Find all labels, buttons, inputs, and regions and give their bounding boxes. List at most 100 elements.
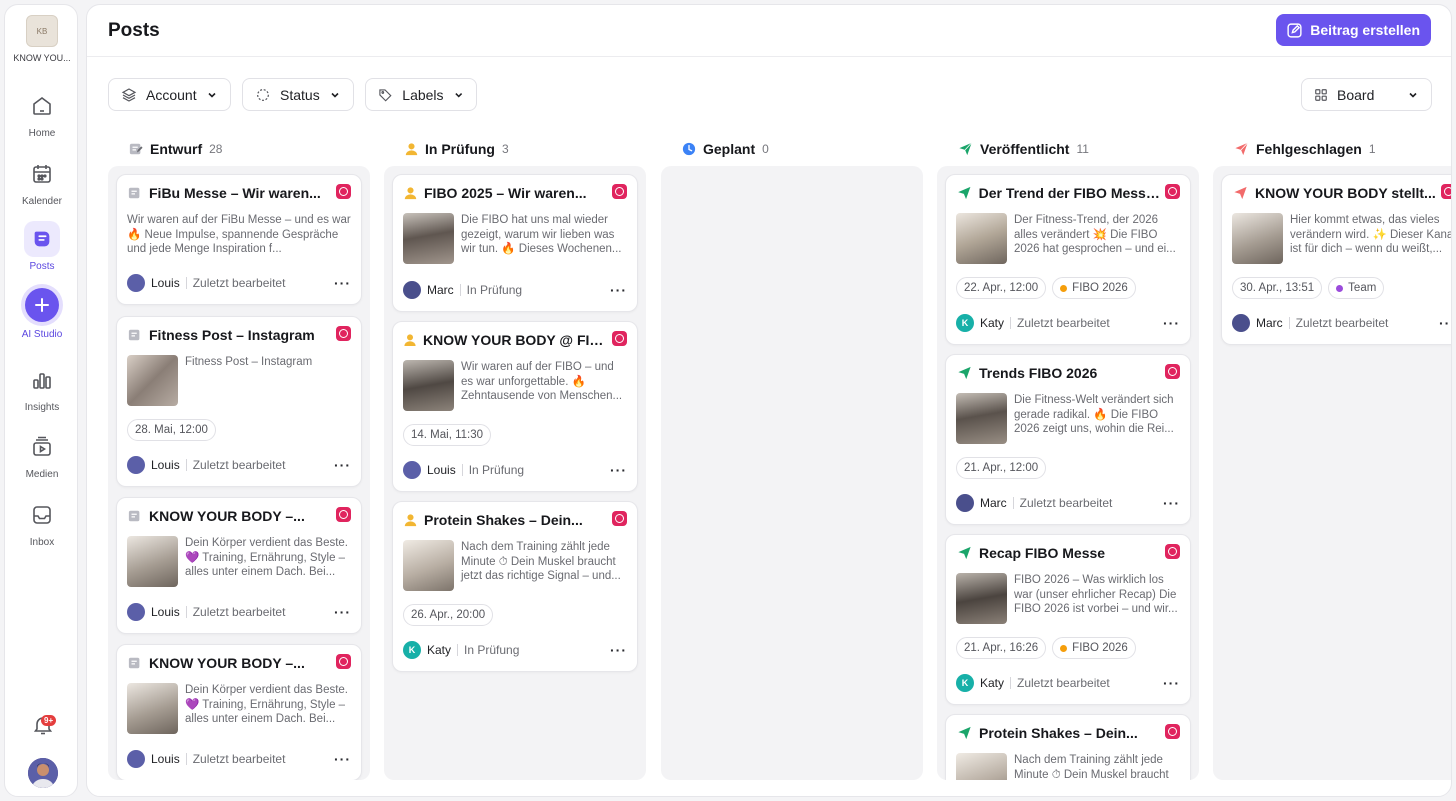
card-user: Louis [151, 276, 180, 290]
nav-item-insights[interactable]: Insights [5, 362, 79, 413]
more-options-icon[interactable]: ··· [610, 282, 627, 298]
nav-label-posts: Posts [29, 261, 55, 272]
column-header: Veröffentlicht 11 [937, 138, 1199, 160]
nav-item-inbox[interactable]: Inbox [5, 497, 79, 548]
more-options-icon[interactable]: ··· [334, 751, 351, 767]
post-card[interactable]: Fitness Post – Instagram Fitness Post – … [116, 316, 362, 487]
post-card[interactable]: Protein Shakes – Dein... Nach dem Traini… [392, 501, 638, 672]
post-card[interactable]: Der Trend der FIBO Messe... Der Fitness-… [945, 174, 1191, 345]
failed-send-icon [1234, 186, 1247, 200]
avatar: K [403, 641, 421, 659]
column-geplant: Geplant 0 [661, 138, 923, 780]
card-status: Zuletzt bearbeitet [192, 276, 286, 290]
user-avatar[interactable] [28, 758, 58, 788]
instagram-icon [336, 654, 351, 669]
account-filter[interactable]: Account [108, 78, 231, 111]
sent-icon [959, 142, 972, 156]
more-options-icon[interactable]: ··· [334, 457, 351, 473]
post-card[interactable]: KNOW YOUR BODY –... Dein Körper verdient… [116, 497, 362, 634]
post-card[interactable]: KNOW YOUR BODY @ FIBO... Wir waren auf d… [392, 321, 638, 492]
column-header: Entwurf 28 [108, 138, 370, 160]
sent-icon [958, 726, 971, 740]
column-header: Geplant 0 [661, 138, 923, 160]
card-status: In Prüfung [468, 463, 525, 477]
card-title: FiBu Messe – Wir waren... [149, 185, 321, 201]
column-title: Fehlgeschlagen [1256, 141, 1362, 157]
column-body: FiBu Messe – Wir waren... Wir waren auf … [108, 166, 370, 780]
post-card[interactable]: FiBu Messe – Wir waren... Wir waren auf … [116, 174, 362, 305]
more-options-icon[interactable]: ··· [1439, 315, 1451, 331]
post-card[interactable]: Recap FIBO Messe FIBO 2026 – Was wirklic… [945, 534, 1191, 705]
nav-item-ai-studio[interactable]: AI Studio [5, 288, 79, 340]
post-card[interactable]: Protein Shakes – Dein... Nach dem Traini… [945, 714, 1191, 780]
sidebar: KB KNOW YOU... Home Kalender Posts AI St… [4, 4, 78, 797]
date-chip: 21. Apr., 16:26 [956, 637, 1047, 659]
card-title: Der Trend der FIBO Messe... [978, 185, 1160, 201]
view-selector[interactable]: Board [1301, 78, 1432, 111]
avatar [127, 603, 145, 621]
more-options-icon[interactable]: ··· [334, 275, 351, 291]
column-count: 3 [502, 142, 509, 156]
draft-icon [129, 143, 143, 155]
post-card[interactable]: FIBO 2025 – Wir waren... Die FIBO hat un… [392, 174, 638, 312]
label-text: FIBO 2026 [1072, 282, 1128, 294]
card-status: Zuletzt bearbeitet [192, 605, 286, 619]
column-veroeffentlicht: Veröffentlicht 11 Der Trend der FIBO Mes… [937, 138, 1199, 780]
column-body [661, 166, 923, 780]
date-chip: 28. Mai, 12:00 [127, 419, 216, 441]
card-preview-text: Die Fitness-Welt verändert sich gerade r… [1014, 394, 1174, 435]
more-options-icon[interactable]: ··· [1163, 675, 1180, 691]
create-post-button[interactable]: Beitrag erstellen [1276, 14, 1431, 46]
instagram-icon [612, 184, 627, 199]
post-thumbnail [127, 355, 178, 406]
card-title: Protein Shakes – Dein... [424, 512, 583, 528]
more-options-icon[interactable]: ··· [1163, 315, 1180, 331]
more-options-icon[interactable]: ··· [610, 462, 627, 478]
draft-icon [128, 657, 140, 669]
post-thumbnail [956, 393, 1007, 444]
avatar [403, 461, 421, 479]
card-user: Katy [980, 676, 1005, 690]
view-selector-label: Board [1337, 86, 1375, 103]
card-status: Zuletzt bearbeitet [192, 458, 286, 472]
post-card[interactable]: KNOW YOUR BODY stellt... Hier kommt etwa… [1221, 174, 1451, 345]
card-title: Recap FIBO Messe [979, 545, 1106, 561]
instagram-icon [1441, 184, 1451, 199]
column-header: Fehlgeschlagen 1 [1213, 138, 1451, 160]
brand[interactable]: KB KNOW YOU... [5, 15, 79, 63]
more-options-icon[interactable]: ··· [334, 604, 351, 620]
post-card[interactable]: KNOW YOUR BODY –... Dein Körper verdient… [116, 644, 362, 780]
nav-label-medien: Medien [25, 469, 59, 480]
nav-item-kalender[interactable]: Kalender [5, 156, 79, 207]
chevron-down-icon [331, 92, 339, 98]
create-post-label: Beitrag erstellen [1310, 22, 1420, 38]
label-chip: FIBO 2026 [1052, 277, 1136, 299]
card-user: Katy [427, 643, 452, 657]
card-status: Zuletzt bearbeitet [1017, 676, 1110, 690]
column-count: 28 [209, 142, 223, 156]
card-title: KNOW YOUR BODY stellt... [1255, 185, 1436, 201]
more-options-icon[interactable]: ··· [1163, 495, 1180, 511]
instagram-icon [612, 511, 627, 526]
status-filter[interactable]: Status [242, 78, 354, 111]
nav-label-kalender: Kalender [21, 196, 63, 207]
more-options-icon[interactable]: ··· [610, 642, 627, 658]
card-preview-text: Fitness Post – Instagram [185, 356, 313, 368]
inbox-icon [24, 497, 60, 533]
labels-filter[interactable]: Labels [365, 78, 477, 111]
card-title: Fitness Post – Instagram [149, 327, 315, 343]
card-user: Louis [151, 458, 180, 472]
card-status: Zuletzt bearbeitet [1019, 496, 1113, 510]
post-card[interactable]: Trends FIBO 2026 Die Fitness-Welt veränd… [945, 354, 1191, 525]
chevron-down-icon [454, 92, 462, 98]
card-status: Zuletzt bearbeitet [1295, 316, 1389, 330]
nav-item-posts[interactable]: Posts [5, 221, 79, 272]
date-chip: 30. Apr., 13:51 [1232, 277, 1323, 299]
posts-icon [24, 221, 60, 257]
nav-item-medien[interactable]: Medien [5, 429, 79, 480]
nav-label-insights: Insights [24, 402, 60, 413]
avatar [1232, 314, 1250, 332]
avatar [127, 750, 145, 768]
chevron-down-icon [208, 92, 216, 98]
nav-item-home[interactable]: Home [5, 88, 79, 139]
